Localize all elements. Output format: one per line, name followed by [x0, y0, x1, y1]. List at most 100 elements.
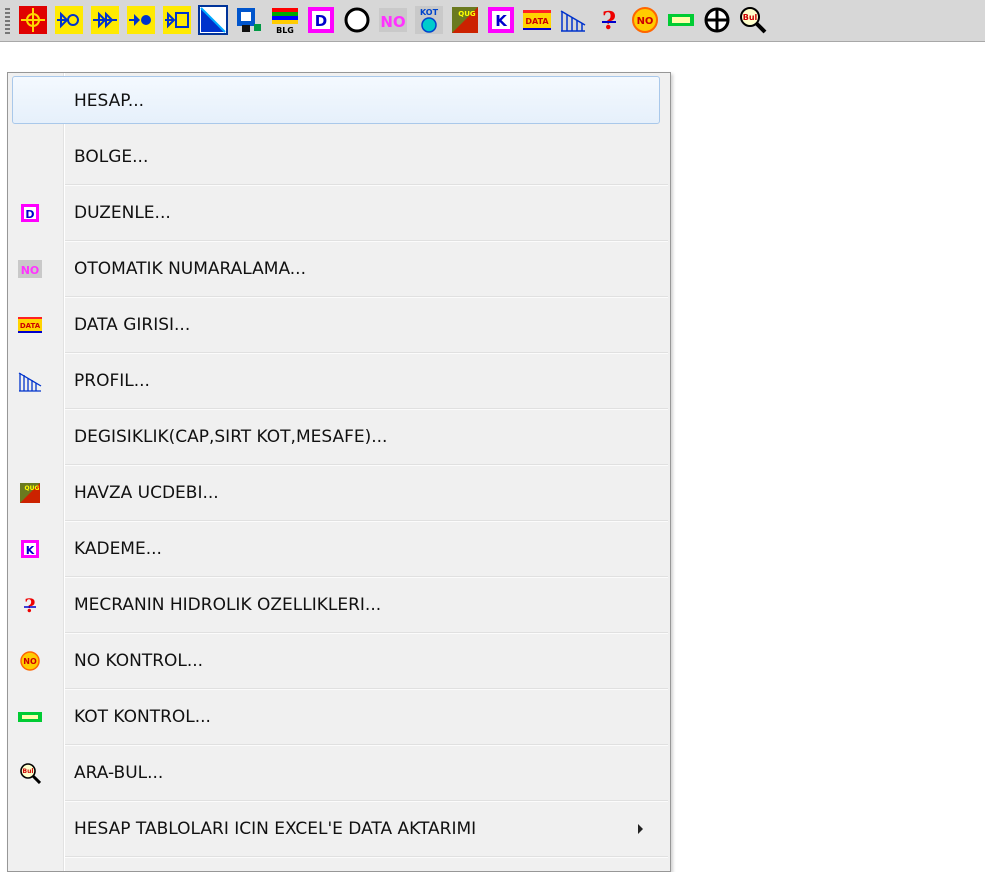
crosshair-button[interactable] — [701, 5, 733, 35]
diagonal-section-icon — [198, 5, 228, 35]
target-icon — [19, 6, 47, 34]
menu-item-bolge[interactable]: BOLGE... — [8, 129, 670, 186]
menu-item-degisiklik[interactable]: DEGISIKLIK(CAP,SIRT KOT,MESAFE)... — [8, 409, 670, 466]
menu-item-kot-kontrol[interactable]: KOT KONTROL... — [8, 689, 670, 746]
menu-item-ara-bul[interactable]: Bul ARA-BUL... — [8, 745, 670, 802]
svg-text:DATA: DATA — [20, 322, 41, 330]
edit-d-icon: D — [308, 7, 334, 33]
svg-text:Bul: Bul — [743, 13, 758, 22]
blg-icon: BLG — [272, 8, 298, 35]
menu-item-label: BOLGE... — [74, 147, 149, 167]
menu-item-label: HAVZA UCDEBI... — [74, 483, 219, 503]
valve-box-icon — [163, 6, 191, 34]
diagonal-section-button[interactable] — [197, 5, 229, 35]
svg-text:NO: NO — [380, 13, 405, 31]
no-control-button[interactable]: NO — [629, 5, 661, 35]
menu-item-label: KADEME... — [74, 539, 162, 559]
menu-item-label: KOT KONTROL... — [74, 707, 211, 727]
data-entry-button[interactable]: DATA — [521, 5, 553, 35]
menu-item-label: OTOMATIK NUMARALAMA... — [74, 259, 306, 279]
menu-item-duzenle[interactable]: D DUZENLE... — [8, 185, 670, 242]
kademe-k-button[interactable]: K — [485, 5, 517, 35]
menu-item-no-kontrol[interactable]: NO NO KONTROL... — [8, 633, 670, 690]
kademe-k-icon: K — [488, 7, 514, 33]
svg-text:K: K — [26, 544, 35, 557]
menu-item-profil[interactable]: PROFIL... — [8, 353, 670, 410]
kot-icon: KOT — [415, 6, 443, 34]
menu-item-kademe[interactable]: K KADEME... — [8, 521, 670, 578]
question-button[interactable]: ? — [593, 5, 625, 35]
circle-button[interactable] — [341, 5, 373, 35]
kot-control-icon — [18, 705, 42, 729]
svg-text:BLG: BLG — [276, 26, 294, 35]
search-bul-button[interactable]: Bul — [737, 5, 769, 35]
basin-icon: QUG — [18, 481, 42, 505]
edit-d-icon: D — [18, 201, 42, 225]
valve-box-button[interactable] — [161, 5, 193, 35]
menu-item-hesap[interactable]: HESAP... — [8, 73, 670, 129]
search-bul-icon: Bul — [18, 761, 42, 785]
menu-item-label: HESAP... — [74, 91, 145, 111]
kot-control-button[interactable] — [665, 5, 697, 35]
profile-icon — [18, 369, 42, 393]
data-entry-icon: DATA — [523, 10, 551, 30]
question-icon: ? — [18, 593, 42, 617]
kot-button[interactable]: KOT — [413, 5, 445, 35]
svg-text:?: ? — [602, 6, 616, 35]
profile-icon — [560, 10, 586, 32]
menu-item-havza-ucdebi[interactable]: QUG HAVZA UCDEBI... — [8, 465, 670, 522]
device-icon — [237, 8, 261, 32]
crosshair-icon — [704, 7, 730, 33]
svg-text:Bul: Bul — [23, 768, 34, 775]
basin-icon: QUG — [452, 7, 478, 33]
svg-text:NO: NO — [637, 16, 654, 27]
edit-d-button[interactable]: D — [305, 5, 337, 35]
auto-number-icon: NO — [18, 257, 42, 281]
menu-item-otomatik-numaralama[interactable]: NO OTOMATIK NUMARALAMA... — [8, 241, 670, 298]
valve-open-icon — [55, 6, 83, 34]
dropdown-menu: HESAP... BOLGE... D DUZENLE... NO OTOMAT… — [7, 72, 671, 872]
menu-item-data-girisi[interactable]: DATA DATA GIRISI... — [8, 297, 670, 354]
kot-control-icon — [668, 14, 694, 26]
menu-item-label: DEGISIKLIK(CAP,SIRT KOT,MESAFE)... — [74, 427, 388, 447]
svg-text:QUG: QUG — [458, 10, 476, 18]
auto-number-icon: NO — [379, 8, 407, 32]
menu-item-label: HESAP TABLOLARI ICIN EXCEL'E DATA AKTARI… — [74, 819, 477, 839]
valve-filled-button[interactable] — [125, 5, 157, 35]
menu-item-mecranin-hidrolik[interactable]: ? MECRANIN HIDROLIK OZELLIKLERI... — [8, 577, 670, 634]
kademe-k-icon: K — [18, 537, 42, 561]
svg-text:KOT: KOT — [420, 8, 439, 17]
valve-filled-icon — [127, 6, 155, 34]
menu-item-label: PROFIL... — [74, 371, 150, 391]
auto-number-button[interactable]: NO — [377, 5, 409, 35]
svg-text:DATA: DATA — [525, 17, 549, 26]
menu-item-label: DATA GIRISI... — [74, 315, 191, 335]
basin-button[interactable]: QUG — [449, 5, 481, 35]
toolbar: BLG D NO KOT QUG K DATA ? NO Bul — [0, 0, 985, 42]
no-control-icon: NO — [632, 7, 658, 33]
svg-text:NO: NO — [21, 264, 40, 277]
device-button[interactable] — [233, 5, 265, 35]
blg-button[interactable]: BLG — [269, 5, 301, 35]
target-button[interactable] — [17, 5, 49, 35]
svg-text:NO: NO — [23, 657, 37, 666]
valve-open-button[interactable] — [53, 5, 85, 35]
question-icon: ? — [602, 6, 616, 35]
toolbar-grip[interactable] — [5, 8, 10, 34]
menu-item-label: NO KONTROL... — [74, 651, 204, 671]
svg-text:D: D — [25, 208, 34, 221]
menu-item-label: DUZENLE... — [74, 203, 171, 223]
svg-text:?: ? — [24, 595, 35, 616]
valve-double-arrow-icon — [91, 6, 119, 34]
no-control-icon: NO — [18, 649, 42, 673]
profile-button[interactable] — [557, 5, 589, 35]
submenu-arrow-icon — [638, 824, 643, 834]
data-entry-icon: DATA — [18, 313, 42, 337]
svg-text:QUG: QUG — [25, 485, 40, 492]
circle-icon — [344, 7, 370, 33]
menu-item-excel-aktarimi[interactable]: HESAP TABLOLARI ICIN EXCEL'E DATA AKTARI… — [8, 801, 670, 858]
svg-text:K: K — [495, 12, 508, 30]
valve-double-arrow-button[interactable] — [89, 5, 121, 35]
search-bul-icon: Bul — [740, 7, 767, 34]
menu-item-label: MECRANIN HIDROLIK OZELLIKLERI... — [74, 595, 382, 615]
